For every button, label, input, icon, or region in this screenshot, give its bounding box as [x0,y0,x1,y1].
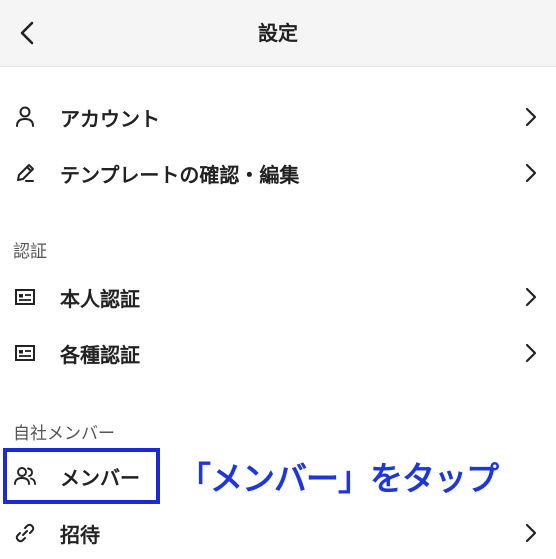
settings-item-invite[interactable]: 招待 [0,507,556,559]
chevron-right-icon [521,340,541,366]
chevron-left-icon [20,21,34,45]
settings-item-label: テンプレートの確認・編集 [60,162,300,187]
person-icon [12,104,38,130]
id-card-icon [12,284,38,310]
chevron-right-icon [521,160,541,186]
settings-item-label: 各種認証 [60,342,140,367]
page-title: 設定 [258,21,298,45]
top-app-bar: 設定 [0,0,556,67]
back-button[interactable] [10,15,44,51]
settings-item-label: 本人認証 [60,286,140,311]
chevron-right-icon [521,520,541,546]
settings-item-account[interactable]: アカウント [0,91,556,143]
tap-instruction-annotation: 「メンバー」をタップ [178,459,499,498]
settings-item-label: アカウント [60,106,160,131]
section-header-verification: 認証 [13,242,47,262]
settings-item-label: 招待 [60,522,100,547]
id-card-icon [12,340,38,366]
settings-item-templates[interactable]: テンプレートの確認・編集 [0,147,556,199]
members-highlight-frame [3,448,160,504]
chevron-right-icon [521,104,541,130]
section-header-members: 自社メンバー [13,424,115,444]
chevron-right-icon [521,284,541,310]
pencil-icon [12,160,38,186]
link-icon [12,520,38,546]
settings-item-various-verification[interactable]: 各種認証 [0,327,556,379]
settings-item-identity-verification[interactable]: 本人認証 [0,271,556,323]
